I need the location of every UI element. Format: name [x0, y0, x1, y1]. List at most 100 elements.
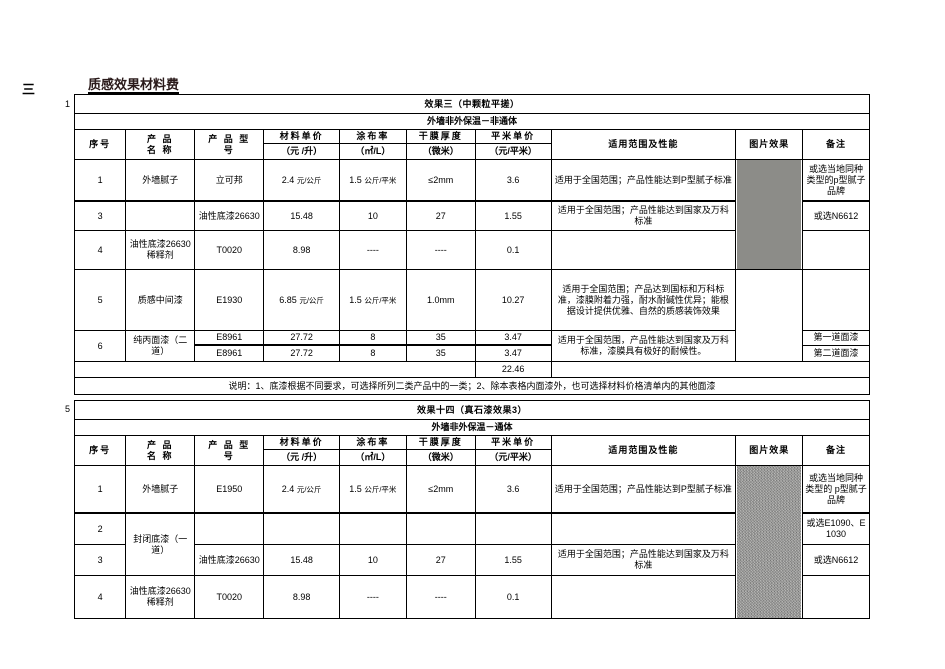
cell-unit-price: 8.98 [263, 575, 340, 619]
col-header-unit-price-unit: （元 /升） [263, 143, 340, 160]
spreadsheet-sheet: 三 质感效果材料费 1 5 效果三（中颗粒平搓） 外墙非外保温－非通体 序号 产… [0, 0, 945, 669]
col-header-product-model: 产 品 型 号 [194, 129, 265, 160]
total-spacer-right [550, 361, 870, 378]
cell-unit-price-value: 2.4 [281, 483, 295, 494]
cell-dry-thickness: ---- [405, 230, 476, 270]
cell-seq: 4 [73, 230, 127, 270]
col-header-product-name: 产 品 名 称 [125, 129, 196, 160]
col-header-product-model-line1: 产 品 型 [208, 439, 251, 450]
col-header-coverage-unit: （㎡/L） [338, 449, 407, 466]
col-header-product-name-line1: 产 品 [146, 439, 174, 450]
cell-remark: 或选E1090、E1030 [802, 512, 870, 545]
cell-product-model: 油性底漆26630 [194, 544, 265, 576]
cell-picture [735, 269, 804, 362]
col-header-coverage-unit: （㎡/L） [338, 143, 407, 160]
cell-unit-price-unit: 元/公斤 [299, 295, 324, 305]
table-row: 1 外墙腻子 立可邦 2.4 元/公斤 1.5 公斤/平米 ≤2mm 3.6 适… [73, 159, 870, 270]
cell-coverage-value: 1.5 [349, 294, 362, 305]
col-header-product-name-line1: 产 品 [146, 133, 174, 144]
col-header-sqm-price-unit: （元/平米） [474, 449, 552, 466]
cell-product-name: 油性底漆26630 稀释剂 [125, 230, 196, 270]
cell-remark: 或选N6612 [802, 200, 870, 231]
material-table-effect-3: 效果三（中颗粒平搓） 外墙非外保温－非通体 序号 产 品 名 称 产 品 型 号… [73, 94, 870, 395]
cell-remark [802, 575, 870, 619]
col-header-product-model: 产 品 型 号 [194, 435, 265, 466]
cell-product-model [194, 512, 265, 545]
table-row: 5 质感中间漆 E1930 6.85 元/公斤 1.5 公斤/平米 1.0mm … [73, 269, 870, 362]
cell-scope [550, 575, 737, 619]
cell-product-model: E1950 [194, 465, 265, 514]
cell-product-model: E8961 [194, 344, 265, 362]
cell-unit-price: 6.85 元/公斤 [263, 269, 340, 331]
col-header-dry-thickness: 干膜厚度 [405, 129, 476, 144]
cell-sqm-price: 3.6 [474, 465, 552, 514]
cell-unit-price: 2.4 元/公斤 [263, 465, 340, 514]
table-row: 1 外墙腻子 E1950 2.4 元/公斤 1.5 公斤/平米 ≤2mm 3.6… [73, 465, 870, 619]
cell-unit-price-unit: 元/公斤 [296, 484, 322, 494]
cell-remark: 第二道面漆 [802, 344, 870, 362]
cell-product-model: E8961 [194, 330, 265, 346]
table-title: 效果十四（真石漆效果3） [74, 400, 870, 420]
cell-product-name: 外墙腻子 [125, 159, 196, 202]
cell-seq: 3 [73, 200, 127, 231]
col-header-dry-thickness: 干膜厚度 [405, 435, 476, 450]
cell-coverage: ---- [338, 230, 407, 270]
cell-product-name: 质感中间漆 [125, 269, 196, 331]
col-header-sqm-price: 平米单价 [474, 129, 552, 144]
cell-product-name [125, 200, 196, 231]
cell-scope: 适用于全国范围；产品达到国标和万科标准，漆膜附着力强，耐水耐碱性优异；能根据设计… [550, 269, 737, 331]
table-subtitle-row: 外墙非外保温－通体 [74, 419, 870, 436]
cell-remark: 第一道面漆 [802, 330, 870, 346]
col-header-sqm-price-unit: （元/平米） [474, 143, 552, 160]
cell-coverage-value: 1.5 [349, 483, 362, 494]
cell-scope: 适用于全国范围，产品性能达到国家及万科标准，漆膜具有极好的耐候性。 [550, 330, 737, 362]
cell-product-model: 立可邦 [194, 159, 265, 202]
cell-scope: 适用于全国范围；产品性能达到国家及万科标准 [550, 200, 737, 231]
table-header-row: 序号 产 品 名 称 产 品 型 号 材料单价 涂布率 干膜厚度 平米单价 适用… [73, 435, 870, 466]
cell-coverage: 10 [338, 200, 407, 231]
cell-seq: 1 [73, 159, 127, 202]
col-header-product-model-line1: 产 品 型 [208, 133, 251, 144]
col-header-dry-thickness-unit: （微米） [405, 449, 476, 466]
cell-sqm-price: 0.1 [474, 230, 552, 270]
col-header-picture: 图片效果 [735, 129, 804, 160]
table-subtitle: 外墙非外保温－通体 [74, 419, 870, 436]
table-subtitle-row: 外墙非外保温－非通体 [74, 113, 870, 130]
cell-coverage: ---- [338, 575, 407, 619]
table-note: 说明：1、底漆根据不同要求，可选择所列二类产品中的一类；2、除本表格内面漆外，也… [74, 377, 870, 395]
cell-unit-price: 15.48 [263, 200, 340, 231]
cell-coverage [338, 512, 407, 545]
cell-dry-thickness: ---- [405, 575, 476, 619]
cell-remark [802, 269, 870, 331]
table-title-row: 效果三（中颗粒平搓） [74, 94, 870, 114]
cell-dry-thickness [405, 512, 476, 545]
cell-coverage-unit: 公斤/平米 [364, 484, 397, 494]
material-table-effect-14: 效果十四（真石漆效果3） 外墙非外保温－通体 序号 产 品 名 称 产 品 型 … [73, 400, 870, 619]
col-header-seq: 序号 [73, 435, 127, 466]
cell-dry-thickness: 35 [405, 344, 476, 362]
cell-unit-price: 8.98 [263, 230, 340, 270]
cell-scope: 适用于全国范围；产品性能达到P型腻子标准 [550, 159, 737, 202]
col-header-unit-price-unit: （元 /升） [263, 449, 340, 466]
cell-sqm-price: 3.47 [474, 330, 552, 346]
col-header-product-name: 产 品 名 称 [125, 435, 196, 466]
cell-unit-price [263, 512, 340, 545]
table-note-row: 说明：1、底漆根据不同要求，可选择所列二类产品中的一类；2、除本表格内面漆外，也… [74, 377, 870, 395]
material-swatch-image [737, 160, 802, 269]
cell-sqm-price: 1.55 [474, 200, 552, 231]
col-header-sqm-price: 平米单价 [474, 435, 552, 450]
cell-remark [802, 230, 870, 270]
col-header-coverage: 涂布率 [338, 129, 407, 144]
cell-coverage: 8 [338, 344, 407, 362]
col-header-product-name-line2: 名 称 [146, 450, 174, 461]
cell-unit-price: 27.72 [263, 344, 340, 362]
cell-dry-thickness: 35 [405, 330, 476, 346]
material-swatch-image [737, 466, 802, 618]
cell-product-model: E1930 [194, 269, 265, 331]
cell-scope: 适用于全国范围；产品性能达到国家及万科标准 [550, 544, 737, 576]
table-subtitle: 外墙非外保温－非通体 [74, 113, 870, 130]
cell-dry-thickness: ≤2mm [405, 159, 476, 202]
cell-dry-thickness: ≤2mm [405, 465, 476, 514]
cell-seq: 2 [73, 512, 127, 545]
cell-coverage: 1.5 公斤/平米 [338, 159, 407, 202]
